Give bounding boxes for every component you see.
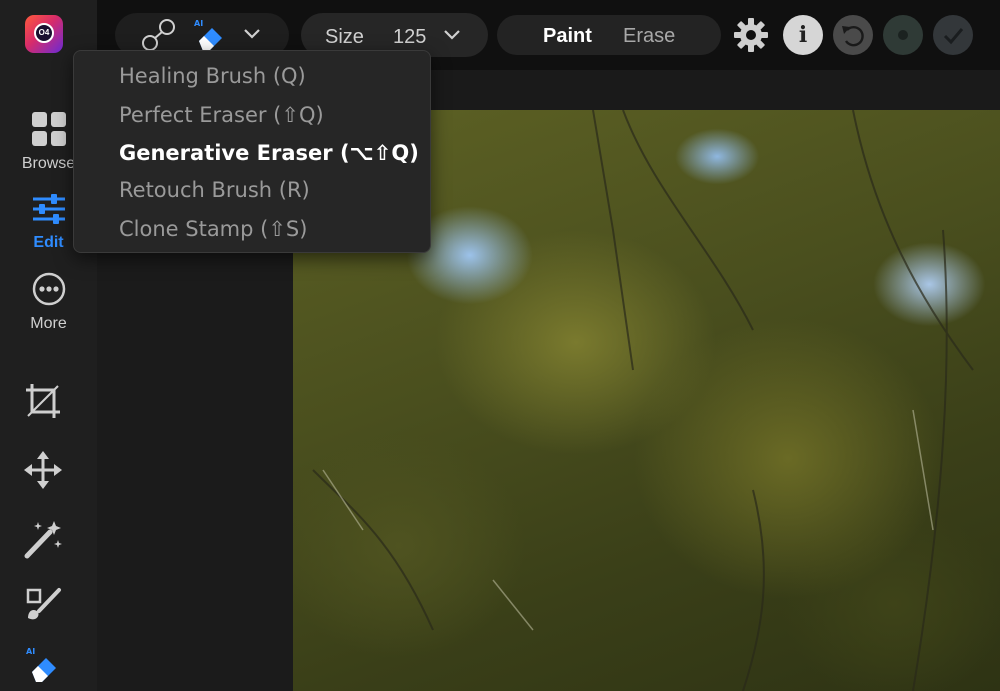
crop-icon[interactable] (22, 380, 64, 422)
brush-icon[interactable] (22, 584, 64, 626)
redo-icon (898, 30, 908, 40)
tool-menu: Healing Brush (Q) Perfect Eraser (⇧Q) Ge… (73, 50, 431, 253)
undo-button[interactable] (833, 15, 873, 55)
ai-badge: AI (194, 19, 203, 28)
check-icon (943, 28, 964, 45)
healing-brush-icon (142, 19, 175, 51)
svg-text:AI: AI (26, 647, 35, 656)
info-button[interactable]: i (783, 15, 823, 55)
chevron-down-icon (444, 30, 460, 40)
menu-item-retouch-brush[interactable]: Retouch Brush (R) (119, 178, 310, 202)
erase-mode-button[interactable]: Erase (623, 25, 675, 48)
app-logo: O4 (25, 15, 63, 53)
info-icon: i (798, 22, 808, 48)
sidebar-item-more[interactable]: More (0, 272, 97, 333)
paint-mode-button[interactable]: Paint (543, 25, 592, 48)
size-label: Size (325, 26, 364, 48)
menu-item-healing-brush[interactable]: Healing Brush (Q) (119, 64, 306, 88)
paint-erase-toggle: Paint Erase (497, 15, 721, 55)
size-value: 125 (393, 26, 427, 48)
app-logo-text: O4 (34, 23, 54, 43)
sidebar-item-label: More (30, 315, 67, 332)
undo-icon (842, 25, 864, 47)
sliders-icon (32, 194, 65, 224)
menu-item-clone-stamp[interactable]: Clone Stamp (⇧S) (119, 217, 307, 241)
ai-eraser-icon: AI (194, 19, 222, 51)
chevron-down-icon (244, 29, 260, 39)
magic-wand-icon[interactable] (22, 518, 64, 560)
menu-item-generative-eraser[interactable]: Generative Eraser (⌥⇧Q) (119, 141, 419, 165)
more-icon (32, 272, 65, 306)
grid-icon (31, 112, 66, 146)
menu-item-perfect-eraser[interactable]: Perfect Eraser (⇧Q) (119, 103, 324, 127)
redo-button[interactable] (883, 15, 923, 55)
move-icon[interactable] (22, 449, 64, 491)
apply-button[interactable] (933, 15, 973, 55)
ai-eraser-icon[interactable]: AI (22, 644, 64, 686)
gear-icon[interactable] (731, 15, 771, 55)
